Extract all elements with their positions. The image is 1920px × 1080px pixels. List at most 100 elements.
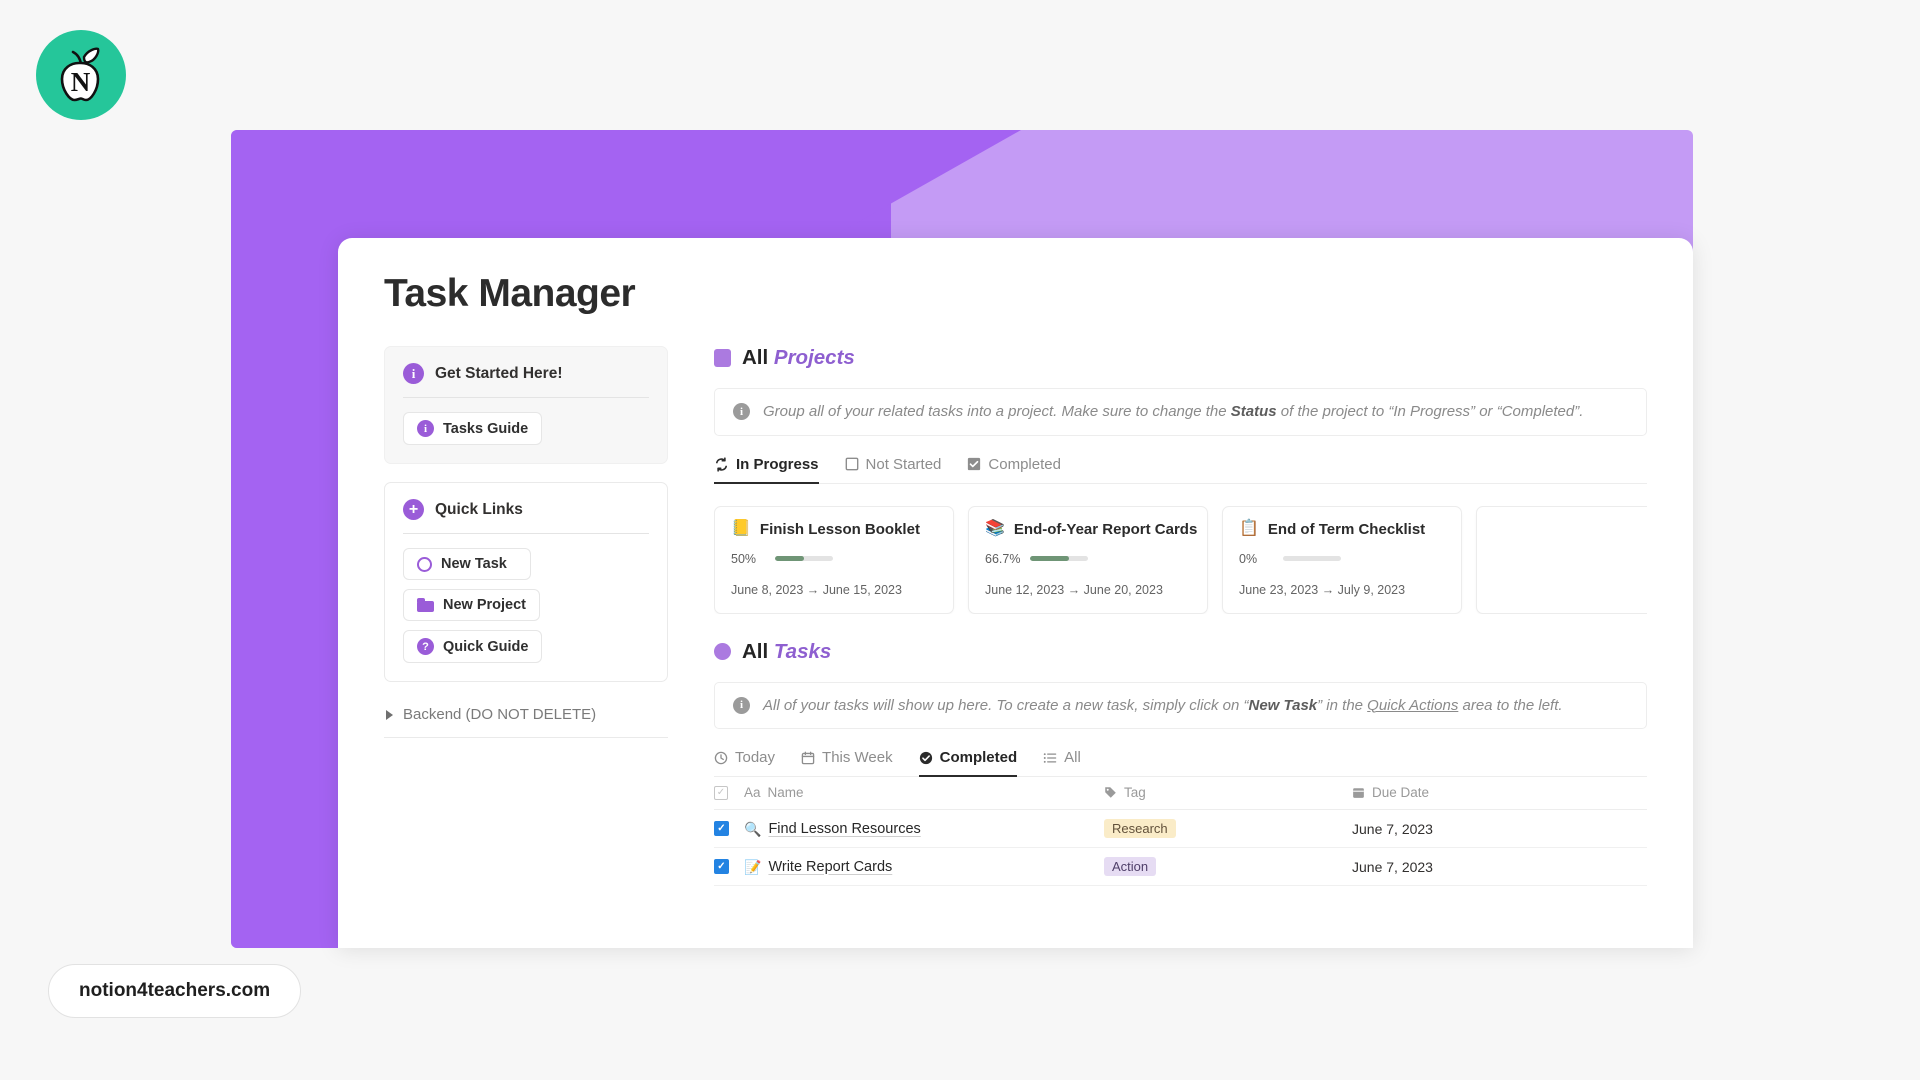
info-icon: i: [417, 420, 434, 437]
new-project-label: New Project: [443, 597, 526, 613]
check-circle-icon: [919, 751, 932, 764]
status-badge: Research: [1104, 819, 1176, 838]
tasks-table-header: ✓ Aa Name Tag Due Date: [714, 777, 1647, 810]
tab-not-started[interactable]: Not Started: [845, 455, 942, 484]
tasks-title-accent: Tasks: [773, 639, 832, 663]
project-dates: June 12, 2023 → June 20, 2023: [985, 582, 1163, 597]
tab-label: In Progress: [736, 455, 819, 473]
checked-checkbox-icon[interactable]: ✓: [714, 821, 729, 836]
plus-icon: +: [403, 499, 424, 520]
table-row[interactable]: ✓ 📝 Write Report Cards Action June 7, 20…: [714, 848, 1647, 886]
column-header-name[interactable]: Aa Name: [744, 785, 1104, 800]
tasks-callout: i All of your tasks will show up here. T…: [714, 681, 1647, 729]
progress-bar: [775, 556, 833, 561]
backend-label: Backend (DO NOT DELETE): [403, 706, 597, 723]
row-tag-cell[interactable]: Action: [1104, 857, 1352, 876]
tab-completed-tasks[interactable]: Completed: [918, 749, 1018, 777]
list-icon: [1043, 752, 1057, 763]
quick-links-title: Quick Links: [435, 500, 523, 518]
row-name-cell[interactable]: 🔍 Find Lesson Resources: [744, 821, 1104, 837]
projects-callout: i Group all of your related tasks into a…: [714, 388, 1647, 436]
new-task-button[interactable]: New Task: [403, 548, 531, 580]
tasks-guide-button[interactable]: i Tasks Guide: [403, 412, 543, 445]
tab-in-progress[interactable]: In Progress: [714, 456, 819, 484]
apple-n-logo-icon: N: [60, 47, 100, 102]
tasks-view-tabs: Today This Week Completed All: [714, 749, 1647, 777]
backend-toggle[interactable]: Backend (DO NOT DELETE): [384, 700, 668, 738]
quick-guide-button[interactable]: ? Quick Guide: [403, 630, 543, 663]
new-task-label: New Task: [441, 556, 507, 572]
column-label: Name: [767, 785, 804, 800]
tab-this-week[interactable]: This Week: [801, 749, 893, 777]
divider: [403, 397, 649, 398]
tab-all[interactable]: All: [1043, 749, 1081, 777]
select-all-cell[interactable]: ✓: [714, 785, 744, 800]
task-name[interactable]: Write Report Cards: [768, 859, 892, 875]
site-url-badge: notion4teachers.com: [48, 964, 302, 1018]
row-due-date-cell[interactable]: June 7, 2023: [1352, 859, 1647, 875]
info-icon: i: [733, 403, 750, 421]
column-header-due-date[interactable]: Due Date: [1352, 785, 1647, 800]
empty-checkbox-icon: [845, 457, 858, 471]
progress-bar: [1030, 556, 1089, 561]
project-progress: 0%: [1239, 552, 1445, 566]
row-tag-cell[interactable]: Research: [1104, 819, 1352, 838]
column-header-tag[interactable]: Tag: [1104, 785, 1352, 800]
row-due-date-cell[interactable]: June 7, 2023: [1352, 821, 1647, 837]
calendar-icon: [1353, 788, 1364, 798]
project-dates: June 8, 2023 → June 15, 2023: [731, 582, 902, 597]
checked-checkbox-icon: [968, 457, 981, 471]
tab-completed[interactable]: Completed: [967, 456, 1061, 484]
progress-bar: [1283, 556, 1341, 561]
purple-circle-icon: [714, 643, 731, 660]
project-name: Finish Lesson Booklet: [759, 520, 920, 538]
task-name[interactable]: Find Lesson Resources: [768, 821, 920, 837]
question-icon: ?: [417, 638, 434, 655]
page-title: Task Manager: [384, 272, 636, 315]
clipboard-icon: 📋: [1239, 520, 1259, 537]
project-card[interactable]: 📋 End of Term Checklist 0% June 23, 2023…: [1222, 505, 1462, 614]
books-icon: 📚: [985, 520, 1005, 537]
tag-icon: [1105, 787, 1116, 798]
project-card-header: 📒 Finish Lesson Booklet: [731, 521, 937, 538]
row-name-cell[interactable]: 📝 Write Report Cards: [744, 859, 1104, 875]
project-card-partial[interactable]: [1476, 505, 1647, 614]
circle-icon: [417, 556, 432, 572]
tab-label: All: [1064, 749, 1081, 766]
row-checkbox-cell[interactable]: ✓: [714, 821, 744, 836]
project-cards-list: 📒 Finish Lesson Booklet 50% June 8, 2023…: [714, 505, 1647, 614]
brand-logo: N: [36, 30, 126, 120]
projects-view-tabs: In Progress Not Started Completed: [714, 456, 1647, 484]
info-icon: i: [403, 363, 424, 384]
project-name: End of Term Checklist: [1267, 520, 1426, 538]
checked-checkbox-icon[interactable]: ✓: [714, 859, 729, 874]
get-started-panel: i Get Started Here! i Tasks Guide: [384, 346, 668, 464]
quick-links-panel: + Quick Links New Task New Project ? Qui…: [384, 482, 668, 682]
progress-label: 66.7%: [985, 551, 1021, 566]
due-date-value: June 7, 2023: [1352, 858, 1433, 875]
column-label: Due Date: [1372, 785, 1430, 800]
projects-title-prefix: All: [742, 346, 769, 369]
checkbox-icon: ✓: [714, 785, 728, 800]
tab-today[interactable]: Today: [714, 749, 775, 777]
tab-label: Not Started: [865, 455, 942, 473]
tab-label: Completed: [988, 455, 1061, 473]
memo-icon: 📝: [744, 858, 762, 875]
project-card[interactable]: 📒 Finish Lesson Booklet 50% June 8, 2023…: [714, 505, 954, 614]
project-card[interactable]: 📚 End-of-Year Report Cards 66.7% June 12…: [968, 505, 1208, 614]
tab-label: This Week: [822, 749, 893, 766]
tasks-callout-text: All of your tasks will show up here. To …: [763, 696, 1563, 714]
quick-guide-label: Quick Guide: [443, 638, 529, 655]
project-card-header: 📋 End of Term Checklist: [1239, 521, 1445, 538]
row-checkbox-cell[interactable]: ✓: [714, 859, 744, 874]
app-window: Task Manager i Get Started Here! i Tasks…: [338, 238, 1693, 948]
svg-text:N: N: [71, 67, 91, 97]
table-row[interactable]: ✓ 🔍 Find Lesson Resources Research June …: [714, 810, 1647, 848]
divider: [403, 533, 649, 534]
projects-callout-text: Group all of your related tasks into a p…: [763, 403, 1584, 420]
tasks-guide-label: Tasks Guide: [443, 420, 529, 437]
quick-links-header: + Quick Links: [403, 499, 649, 533]
column-label: Tag: [1124, 785, 1146, 800]
progress-label: 50%: [731, 551, 757, 566]
new-project-button[interactable]: New Project: [403, 589, 540, 621]
